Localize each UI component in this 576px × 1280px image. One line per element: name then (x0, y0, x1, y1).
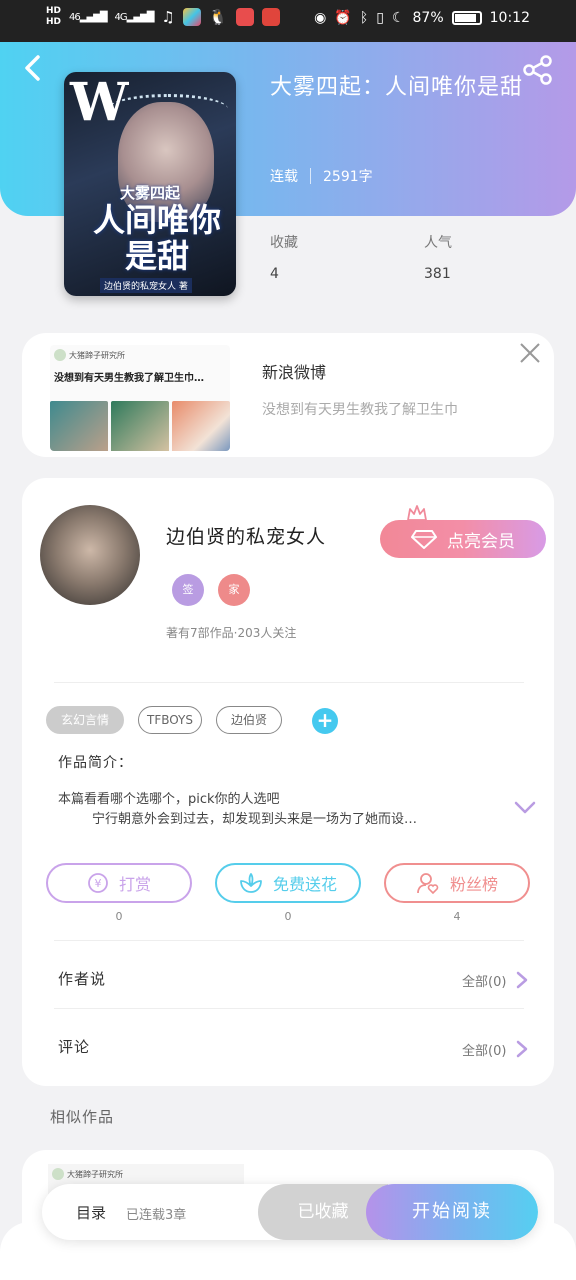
fan-count: 4 (453, 910, 461, 923)
hd-indicator: HD HD (46, 6, 62, 27)
book-meta: 连载 2591字 (270, 166, 373, 186)
author-says-label[interactable]: 作者说 (58, 968, 106, 989)
mail-app-icon (235, 8, 254, 26)
user-heart-icon (417, 873, 439, 894)
reward-button[interactable]: ¥ 打赏 (46, 863, 192, 903)
ad-thumb-header: 大猪蹄子研究所 (54, 349, 125, 361)
svg-text:¥: ¥ (94, 877, 101, 890)
cover-logo: W (70, 72, 129, 133)
vip-button-label: 点亮会员 (447, 531, 515, 552)
alarm-icon: ⏰ (334, 10, 352, 26)
ad-thumbnail: 大猪蹄子研究所 没想到有天男生教我了解卫生巾… (50, 345, 230, 451)
back-icon[interactable] (22, 54, 44, 82)
meta-divider (310, 168, 311, 184)
penguin-icon: 🐧 (208, 8, 228, 26)
cover-big-title: 人间唯你是甜 (92, 201, 221, 275)
music-icon: ♫ (161, 8, 175, 26)
reader-app-icon (261, 8, 280, 26)
reward-label: 打赏 (118, 875, 151, 894)
reward-count: 0 (115, 910, 123, 923)
similar-thumb-account: 大猪蹄子研究所 (67, 1169, 123, 1179)
ad-thumb-account: 大猪蹄子研究所 (69, 350, 125, 360)
word-count: 2591字 (323, 169, 373, 185)
clock: 10:12 (489, 10, 530, 26)
favorites-stat: 收藏 4 (270, 232, 298, 282)
status-bar: HD HD 46▂▄▆█ 4G▂▄▆█ ♫ 🐧 ◉ ⏰ ᛒ ▯ ☾ 87% 10:… (0, 0, 576, 42)
diamond-icon (411, 530, 437, 549)
battery-percent: 87% (412, 10, 444, 26)
intro-line-2: 宁行朝意外会到过去，却发现到头来是一场为了她而设… (92, 812, 418, 827)
cover-small-title: 大雾四起 (120, 184, 181, 202)
divider (54, 940, 524, 941)
ad-card[interactable]: 大猪蹄子研究所 没想到有天男生教我了解卫生巾… 新浪微博 没想到有天男生教我了解… (22, 333, 554, 457)
eye-icon: ◉ (314, 10, 327, 26)
writer-badge: 家 (218, 574, 250, 606)
similar-works-label: 相似作品 (50, 1108, 115, 1126)
tag-tfboys[interactable]: TFBOYS (138, 706, 202, 734)
moon-icon: ☾ (391, 10, 405, 26)
signal-1-icon: 46▂▄▆█ (69, 11, 107, 23)
author-avatar[interactable] (40, 505, 140, 605)
author-stats: 著有7部作品·203人关注 (166, 626, 297, 640)
popularity-stat: 人气 381 (424, 232, 452, 282)
popularity-value: 381 (424, 266, 451, 282)
status-left: HD HD 46▂▄▆█ 4G▂▄▆█ ♫ 🐧 (46, 6, 280, 28)
favorites-label: 收藏 (270, 235, 298, 251)
ad-photo-1 (50, 401, 108, 451)
toc-button[interactable]: 目录 (76, 1202, 106, 1223)
serial-status: 连载 (270, 169, 298, 185)
flower-icon (240, 873, 262, 893)
comments-label[interactable]: 评论 (58, 1036, 90, 1057)
popularity-label: 人气 (424, 235, 452, 251)
close-icon[interactable] (518, 341, 542, 365)
ad-photo-2 (111, 401, 169, 451)
similar-account-avatar (52, 1168, 64, 1180)
fan-ranking-button[interactable]: 粉丝榜 (384, 863, 530, 903)
fan-ranking-label: 粉丝榜 (449, 875, 498, 894)
chevron-down-icon[interactable] (514, 800, 536, 814)
app-notification-icon (182, 8, 201, 26)
serial-chapter-status: 已连载3章 (126, 1208, 187, 1223)
ad-photo-3 (172, 401, 230, 451)
chevron-right-icon[interactable] (516, 971, 528, 989)
author-says-all[interactable]: 全部(0) (462, 971, 506, 990)
ad-source: 新浪微博 (262, 363, 327, 382)
ad-account-avatar (54, 349, 66, 361)
book-cover[interactable]: W 大雾四起 人间唯你是甜 边伯贤的私宠女人 著 (64, 72, 236, 296)
vip-button[interactable]: 点亮会员 (380, 520, 546, 558)
book-detail-card: 边伯贤的私宠女人 签 家 著有7部作品·203人关注 点亮会员 玄幻言情 TFB… (22, 478, 554, 1086)
similar-thumb-header: 大猪蹄子研究所 (52, 1168, 123, 1180)
status-right: ◉ ⏰ ᛒ ▯ ☾ 87% 10:12 (314, 10, 530, 26)
coin-icon: ¥ (88, 873, 108, 893)
signal-2-icon: 4G▂▄▆█ (114, 11, 155, 23)
send-flower-button[interactable]: 免费送花 (215, 863, 361, 903)
bottom-action-bar: 目录 已连载3章 已收藏 开始阅读 (42, 1184, 538, 1240)
intro-label: 作品简介： (58, 755, 133, 771)
ad-thumb-caption: 没想到有天男生教我了解卫生巾… (54, 373, 204, 384)
ad-description: 没想到有天男生教我了解卫生巾 (262, 402, 458, 418)
battery-icon (451, 11, 482, 25)
comments-all[interactable]: 全部(0) (462, 1040, 506, 1059)
vibrate-icon: ▯ (376, 10, 384, 26)
cover-tagline: 边伯贤的私宠女人 著 (100, 278, 192, 293)
chevron-right-icon[interactable] (516, 1040, 528, 1058)
send-flower-label: 免费送花 (272, 875, 337, 894)
author-name[interactable]: 边伯贤的私宠女人 (166, 522, 326, 549)
book-title: 大雾四起：人间唯你是甜 (270, 75, 524, 100)
tag-genre[interactable]: 玄幻言情 (46, 706, 124, 734)
tag-baekhyun[interactable]: 边伯贤 (216, 706, 282, 734)
favorites-value: 4 (270, 266, 279, 282)
signed-badge: 签 (172, 574, 204, 606)
add-tag-button[interactable]: + (312, 708, 338, 734)
divider (54, 682, 524, 683)
intro-line-1: 本篇看看哪个选哪个，pick你的人选吧 (58, 792, 280, 807)
divider (54, 1008, 524, 1009)
bluetooth-icon: ᛒ (359, 10, 369, 26)
flower-count: 0 (284, 910, 292, 923)
start-reading-button[interactable]: 开始阅读 (366, 1184, 538, 1240)
